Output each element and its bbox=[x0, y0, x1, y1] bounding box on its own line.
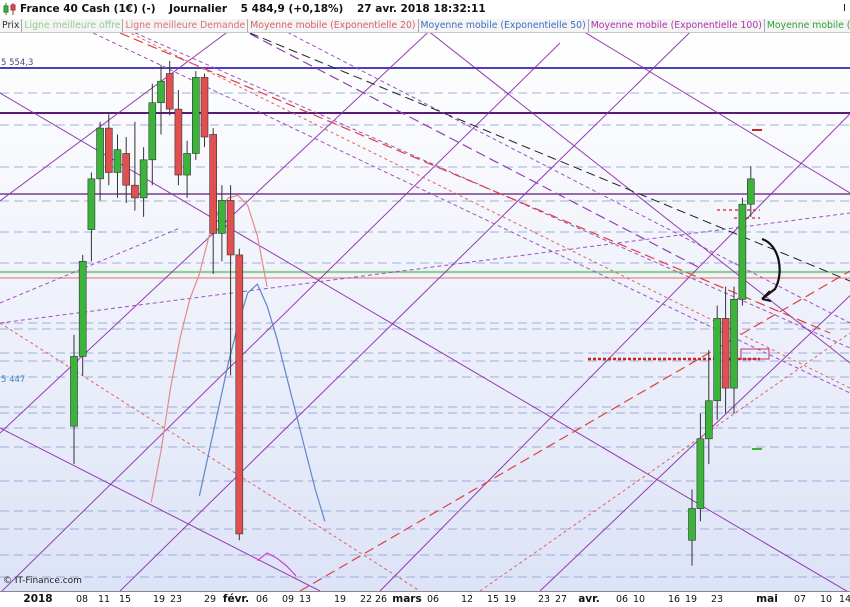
x-tick-day: 12 bbox=[460, 594, 474, 605]
bearish-candle bbox=[209, 134, 217, 234]
chart-title-bar: France 40 Cash (1€) (-) Journalier 5 484… bbox=[0, 0, 850, 19]
x-tick-day: 19 bbox=[503, 594, 517, 605]
x-tick-day: 13 bbox=[298, 594, 312, 605]
chart-window: France 40 Cash (1€) (-) Journalier 5 484… bbox=[0, 0, 850, 607]
bearish-candle bbox=[105, 127, 113, 173]
x-tick-day: 26 bbox=[374, 594, 388, 605]
x-tick-day: 23 bbox=[710, 594, 724, 605]
bullish-candle bbox=[78, 260, 87, 357]
candlestick-icon bbox=[3, 3, 16, 15]
x-tick-day: 10 bbox=[819, 594, 833, 605]
bullish-candle bbox=[746, 178, 755, 205]
bullish-candle bbox=[148, 102, 157, 161]
x-tick-day: 07 bbox=[793, 594, 807, 605]
indicator-legend: Prix Ligne meilleure offre Ligne meilleure… bbox=[0, 19, 850, 33]
bullish-candle bbox=[157, 80, 165, 104]
bearish-candle bbox=[165, 73, 174, 110]
bullish-candle bbox=[688, 508, 696, 541]
bullish-candle bbox=[139, 159, 148, 199]
bullish-candle bbox=[192, 77, 200, 154]
instrument-name: France 40 Cash (1€) (-) bbox=[20, 3, 156, 15]
bullish-candle bbox=[183, 153, 191, 176]
bullish-candle bbox=[738, 203, 747, 300]
x-tick-day: 29 bbox=[203, 594, 217, 605]
bullish-candle bbox=[704, 400, 713, 440]
x-tick-day: 10 bbox=[632, 594, 646, 605]
x-tick-day: 15 bbox=[486, 594, 500, 605]
bearish-candle bbox=[131, 184, 139, 199]
x-tick-month: févr. bbox=[222, 593, 250, 605]
x-tick-day: 16 bbox=[667, 594, 681, 605]
datetime-label: 27 avr. 2018 18:32:11 bbox=[356, 3, 486, 15]
x-tick-month: mai bbox=[756, 593, 778, 605]
x-tick-day: 23 bbox=[169, 594, 183, 605]
bullish-candle bbox=[218, 200, 226, 234]
price-level-label-upper: 5 554,3 bbox=[1, 58, 34, 68]
bullish-candle bbox=[96, 127, 104, 180]
x-tick-month: mars bbox=[392, 593, 422, 605]
bearish-candle bbox=[174, 108, 183, 176]
watermark: © IT-Finance.com bbox=[3, 576, 82, 586]
bullish-candle bbox=[713, 318, 722, 402]
x-tick-day: 19 bbox=[684, 594, 698, 605]
x-tick-day: 19 bbox=[152, 594, 166, 605]
time-axis: 2018 08 11 15 19 23 29 févr. 06 09 13 19 22 26 mars 06 1… bbox=[0, 591, 850, 607]
x-tick-day: 15 bbox=[118, 594, 132, 605]
bearish-candle bbox=[200, 77, 209, 138]
x-tick-day: 23 bbox=[537, 594, 551, 605]
chart-background bbox=[0, 33, 850, 591]
legend-entry[interactable]: Moyenne mobile (Exponentielle 50) bbox=[419, 19, 589, 32]
bullish-candle bbox=[113, 149, 122, 173]
x-tick-month: avr. bbox=[578, 593, 600, 605]
x-tick-day: 06 bbox=[615, 594, 629, 605]
bearish-candle bbox=[721, 318, 730, 389]
bearish-candle bbox=[235, 254, 244, 535]
x-tick-day: 27 bbox=[554, 594, 568, 605]
last-price: 5 484,9 (+0,18%) bbox=[240, 3, 344, 15]
x-tick-day: 14 bbox=[838, 594, 850, 605]
x-tick-day: 11 bbox=[97, 594, 111, 605]
bullish-candle bbox=[696, 438, 705, 509]
x-tick-day: 09 bbox=[281, 594, 295, 605]
x-tick-month: 2018 bbox=[23, 593, 53, 605]
bearish-candle bbox=[226, 200, 235, 256]
bullish-candle bbox=[70, 356, 78, 427]
x-tick-day: 06 bbox=[255, 594, 269, 605]
period-label: Journalier bbox=[169, 3, 228, 15]
legend-entry[interactable]: Moyenne mobile (Exponentielle 200) bbox=[765, 19, 850, 32]
bullish-candle bbox=[87, 178, 96, 230]
legend-entry[interactable]: Prix bbox=[0, 19, 23, 32]
legend-entry[interactable]: Ligne meilleure offre bbox=[22, 19, 124, 32]
corner-indicator[interactable]: I bbox=[843, 3, 846, 14]
legend-entry[interactable]: Ligne meilleure Demande bbox=[123, 19, 249, 32]
x-tick-day: 06 bbox=[426, 594, 440, 605]
bullish-candle bbox=[730, 299, 738, 389]
x-tick-day: 08 bbox=[75, 594, 89, 605]
price-level-label-lower: 5 447 bbox=[1, 375, 26, 385]
bearish-candle bbox=[122, 153, 130, 186]
x-tick-day: 19 bbox=[333, 594, 347, 605]
x-tick-day: 22 bbox=[359, 594, 373, 605]
price-chart[interactable] bbox=[0, 33, 850, 591]
legend-entry[interactable]: Moyenne mobile (Exponentielle 20) bbox=[248, 19, 419, 32]
legend-entry[interactable]: Moyenne mobile (Exponentielle 100) bbox=[589, 19, 765, 32]
